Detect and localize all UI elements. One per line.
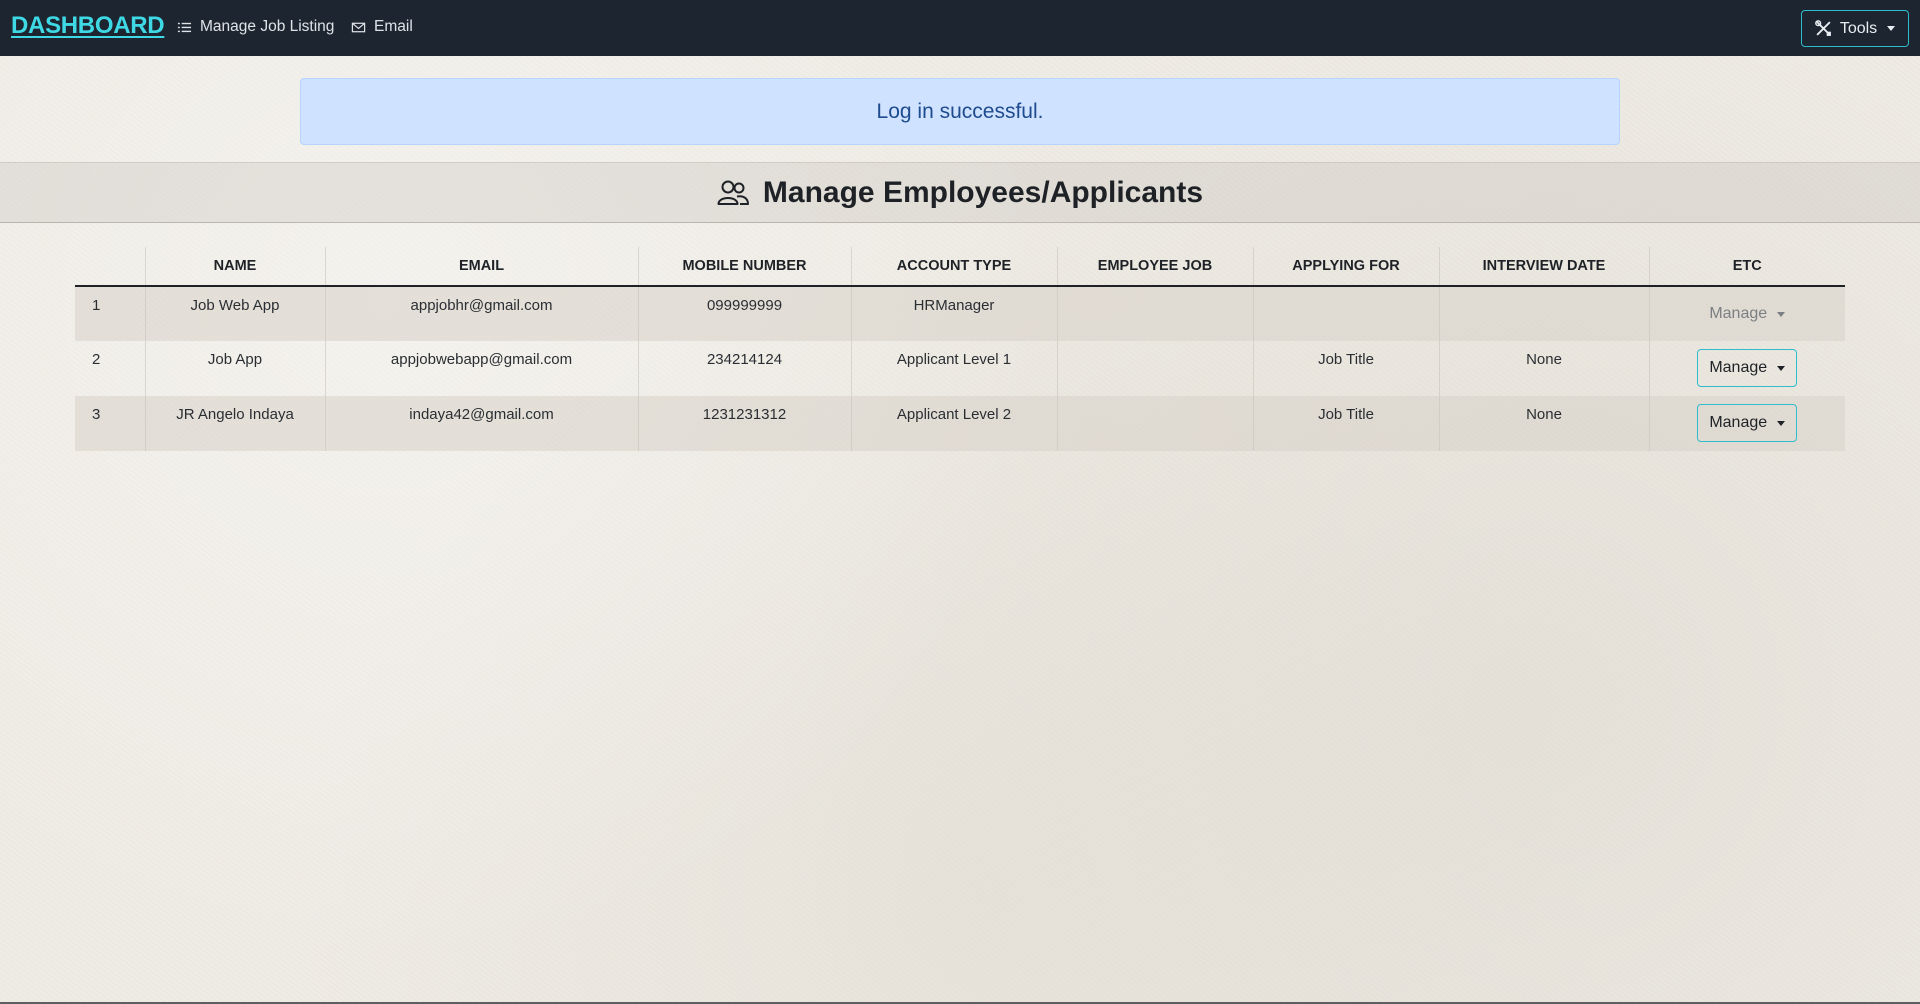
header-employee-job: EMPLOYEE JOB: [1056, 247, 1253, 287]
nav-manage-job-listing-label: Manage Job Listing: [200, 18, 335, 35]
cell-employee-job: [1056, 396, 1253, 451]
employees-table: NAME EMAIL MOBILE NUMBER ACCOUNT TYPE EM…: [75, 247, 1845, 451]
cell-etc: Manage: [1648, 286, 1845, 341]
header-mobile-number: MOBILE NUMBER: [637, 247, 851, 287]
cell-name: Job Web App: [144, 286, 325, 341]
alert-message: Log in successful.: [876, 99, 1044, 123]
cell-mobile: 1231231312: [637, 396, 851, 451]
employees-table-container: NAME EMAIL MOBILE NUMBER ACCOUNT TYPE EM…: [75, 247, 1845, 451]
login-success-alert: Log in successful.: [300, 78, 1620, 145]
cell-name: Job App: [144, 341, 325, 396]
header-interview-date: INTERVIEW DATE: [1438, 247, 1649, 287]
list-icon: [177, 22, 192, 32]
cell-index: 3: [75, 396, 145, 451]
cell-index: 1: [75, 286, 145, 341]
manage-label: Manage: [1709, 305, 1768, 322]
chevron-down-icon: [1887, 26, 1896, 31]
manage-dropdown-button: Manage: [1697, 295, 1797, 333]
cell-name: JR Angelo Indaya: [144, 396, 325, 451]
tools-label: Tools: [1839, 19, 1878, 37]
cell-applying-for: Job Title: [1252, 341, 1439, 396]
cell-account-type: HRManager: [850, 286, 1057, 341]
cell-mobile: 099999999: [637, 286, 851, 341]
top-navbar: DASHBOARD Manage Job Listing Email Tools: [0, 0, 1920, 56]
header-etc: ETC: [1648, 247, 1845, 287]
cell-mobile: 234214124: [637, 341, 851, 396]
nav-manage-job-listing[interactable]: Manage Job Listing: [177, 18, 334, 36]
table-row: 3 JR Angelo Indaya indaya42@gmail.com 12…: [75, 396, 1845, 451]
people-icon: [717, 180, 749, 205]
table-row: 1 Job Web App appjobhr@gmail.com 0999999…: [75, 286, 1845, 341]
table-row: 2 Job App appjobwebapp@gmail.com 2342141…: [75, 341, 1845, 396]
cell-employee-job: [1056, 341, 1253, 396]
chevron-down-icon: [1777, 420, 1786, 426]
cell-etc: Manage: [1648, 341, 1845, 396]
header-index: [75, 247, 145, 287]
cell-index: 2: [92, 351, 101, 368]
nav-email[interactable]: Email: [351, 18, 413, 36]
cell-interview-date: None: [1438, 341, 1649, 396]
cell-email: appjobwebapp@gmail.com: [324, 341, 638, 396]
cell-email: indaya42@gmail.com: [324, 396, 638, 451]
manage-dropdown-button[interactable]: Manage: [1697, 404, 1798, 442]
tools-icon: [1814, 20, 1831, 36]
manage-dropdown-button[interactable]: Manage: [1697, 349, 1798, 387]
cell-etc: Manage: [1648, 396, 1845, 451]
header-name: NAME: [144, 247, 325, 287]
cell-interview-date: [1438, 286, 1649, 341]
header-applying-for: APPLYING FOR: [1252, 247, 1439, 287]
cell-interview-date: None: [1438, 396, 1649, 451]
page-header: Manage Employees/Applicants: [0, 162, 1920, 223]
cell-applying-for: [1252, 286, 1439, 341]
cell-email: appjobhr@gmail.com: [324, 286, 638, 341]
cell-applying-for: Job Title: [1252, 396, 1439, 451]
chevron-down-icon: [1777, 365, 1786, 371]
cell-employee-job: [1056, 286, 1253, 341]
header-account-type: ACCOUNT TYPE: [850, 247, 1057, 287]
table-header-row: NAME EMAIL MOBILE NUMBER ACCOUNT TYPE EM…: [75, 247, 1845, 287]
manage-label: Manage: [1709, 359, 1768, 376]
header-email: EMAIL: [324, 247, 638, 287]
envelope-icon: [351, 22, 366, 32]
cell-account-type: Applicant Level 2: [850, 396, 1057, 451]
tools-dropdown-button[interactable]: Tools: [1801, 10, 1909, 47]
manage-label: Manage: [1709, 414, 1768, 431]
dashboard-brand-link[interactable]: DASHBOARD: [11, 12, 165, 40]
chevron-down-icon: [1777, 311, 1786, 317]
page-title: Manage Employees/Applicants: [762, 175, 1204, 209]
nav-email-label: Email: [374, 18, 413, 35]
cell-account-type: Applicant Level 1: [850, 341, 1057, 396]
